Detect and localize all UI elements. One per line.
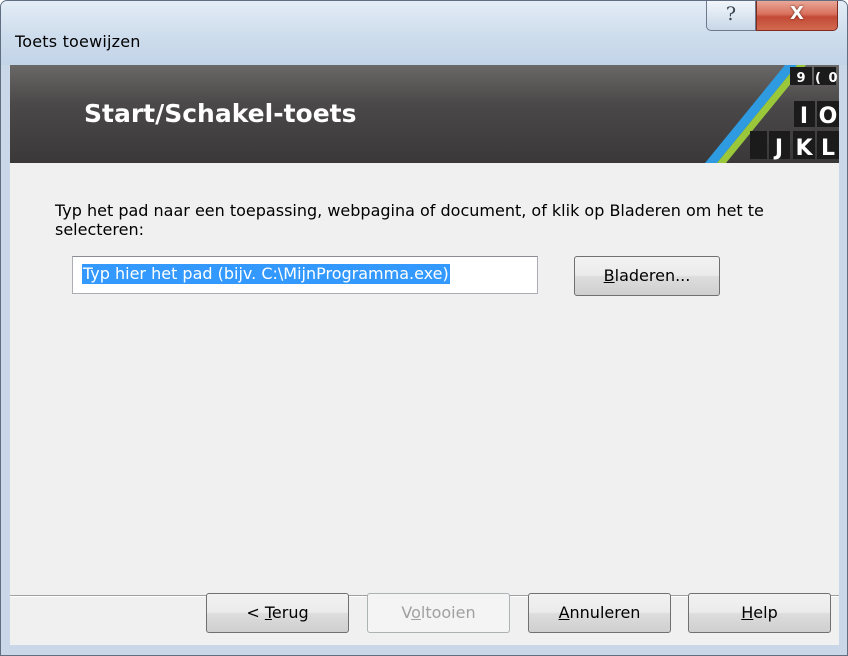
dialog-client-area: Start/Schakel-toets 9 ( 0 I O J K L Typ … [10,65,839,645]
path-input-selected-text: Typ hier het pad (bijv. C:\MijnProgramma… [82,264,450,284]
instruction-text: Typ het pad naar een toepassing, webpagi… [55,201,764,239]
key-l-label: L [821,136,835,161]
dialog-window: Toets toewijzen ? X Start/Schakel-toets [0,0,848,656]
help-button[interactable]: Help [688,593,831,633]
path-input[interactable]: Typ hier het pad (bijv. C:\MijnProgramma… [72,256,538,294]
key-i-label: I [800,104,808,129]
wizard-footer: < Terug Voltooien Annuleren Help [10,593,839,645]
key-o-label: O [819,104,838,129]
help-button-label: Help [741,603,778,622]
wizard-header-banner: Start/Schakel-toets 9 ( 0 I O J K L [10,65,839,163]
cancel-button[interactable]: Annuleren [528,593,671,633]
back-button-label: < Terug [246,603,309,622]
close-button[interactable]: X [756,1,838,31]
finish-button[interactable]: Voltooien [367,593,510,633]
wizard-content: Typ het pad naar een toepassing, webpagi… [10,163,839,595]
question-mark-icon: ? [725,3,737,25]
cancel-button-label: Annuleren [558,603,641,622]
title-bar[interactable]: Toets toewijzen ? X [1,1,847,65]
keyboard-keys-logo-icon: 9 ( 0 I O J K L [705,65,839,163]
back-button[interactable]: < Terug [206,593,349,633]
finish-button-label: Voltooien [401,603,476,622]
browse-button-label: Bladeren... [603,266,691,285]
key-j-left [750,131,767,159]
browse-button[interactable]: Bladeren... [574,256,720,296]
key-j-label: J [773,136,783,161]
window-title: Toets toewijzen [15,32,141,51]
key-k-label: K [795,136,813,161]
key-paren-label: ( [815,71,821,86]
close-icon: X [790,3,804,24]
help-caption-button[interactable]: ? [706,1,756,31]
key-0-label: 0 [828,71,837,86]
key-9-label: 9 [796,71,805,86]
